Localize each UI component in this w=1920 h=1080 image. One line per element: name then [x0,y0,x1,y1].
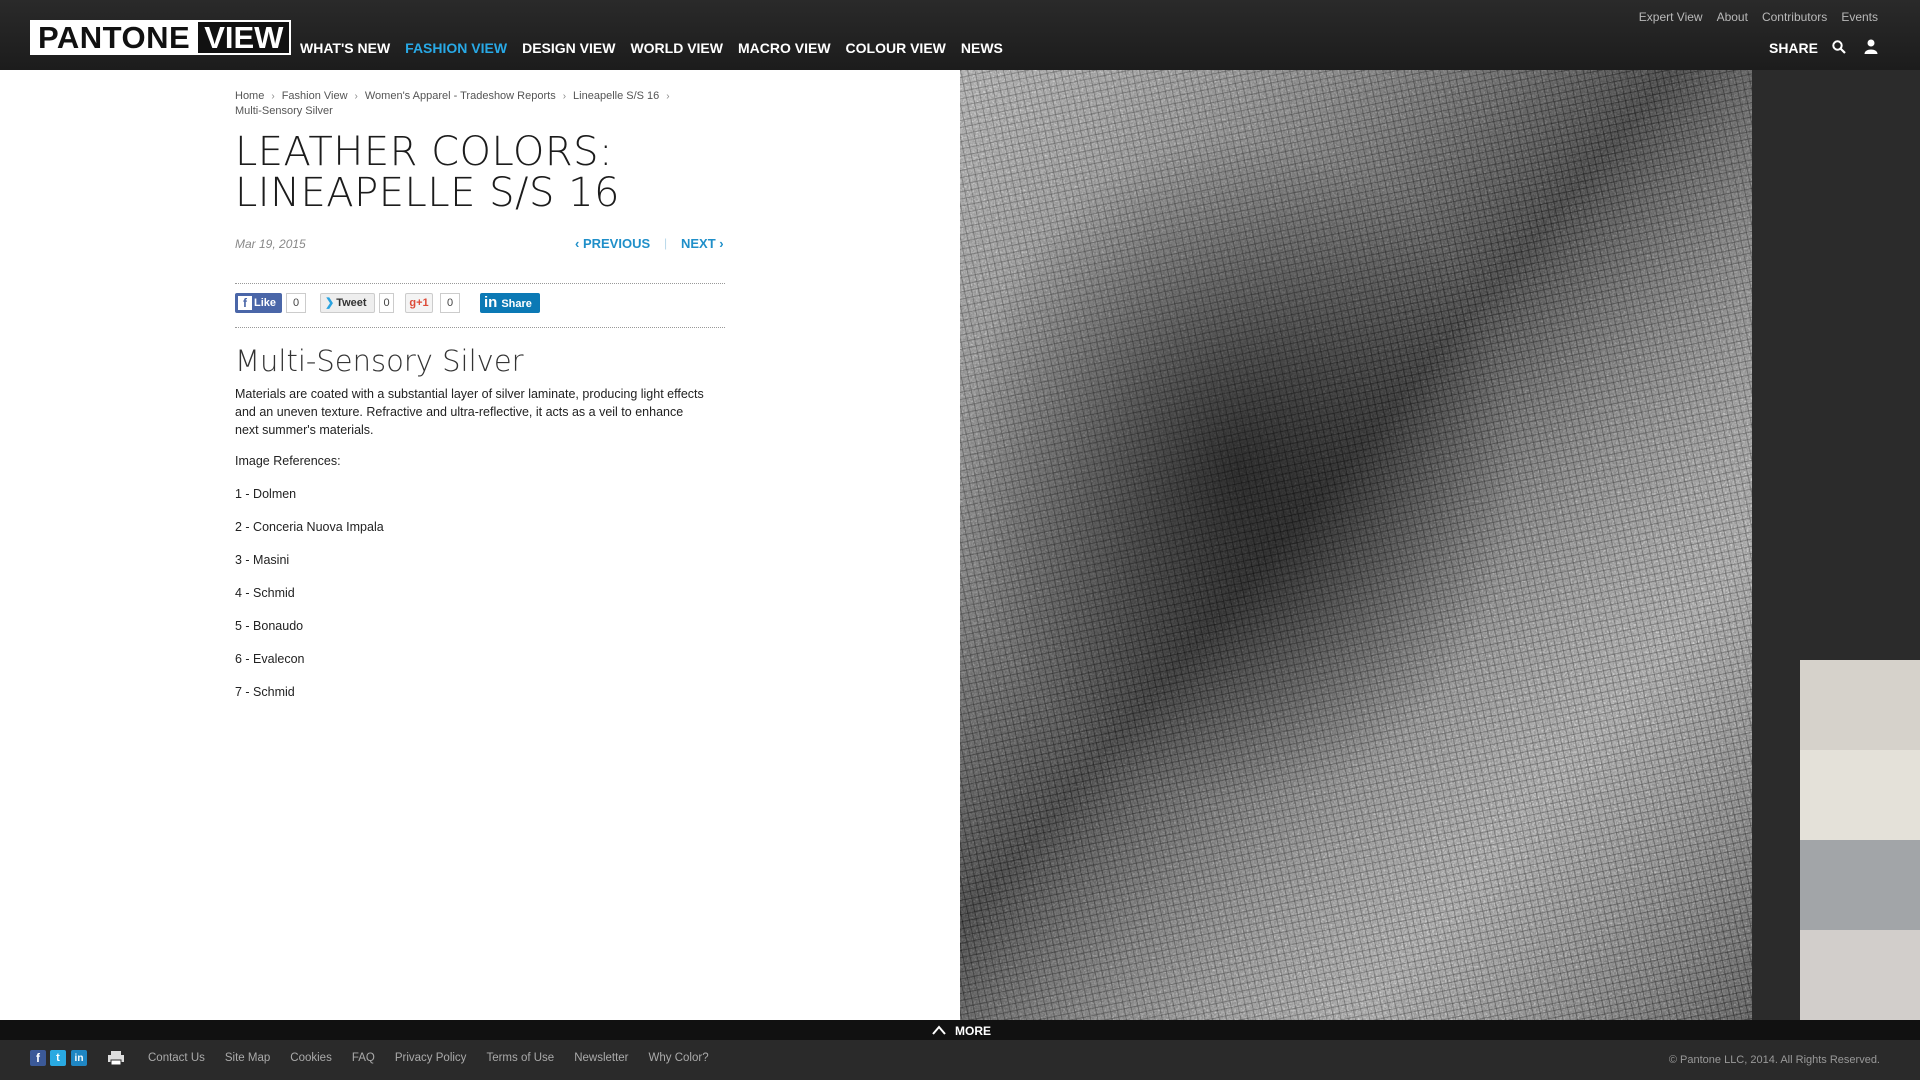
footer-link-why-color[interactable]: Why Color? [649,1052,709,1064]
share-button[interactable]: SHARE [1769,40,1818,56]
chevron-up-icon[interactable] [931,1024,947,1036]
like-label: Like [254,297,277,309]
section-body: Materials are coated with a substantial … [235,387,704,437]
list-item: 3 - Masini [235,553,290,567]
logo-text-pantone: PANTONE [32,22,199,53]
color-swatch[interactable] [1800,930,1920,1020]
color-swatch[interactable] [1800,840,1920,930]
nav-whats-new[interactable]: WHAT'S NEW [300,40,390,56]
post-date: Mar 19, 2015 [235,237,306,251]
logo-text-view: VIEW [198,22,290,53]
previous-label: PREVIOUS [582,236,651,251]
more-button[interactable]: MORE [955,1024,991,1038]
footer-link-contact-us[interactable]: Contact Us [148,1052,205,1064]
silver-fabric-image [960,70,1752,1020]
google-plus-button[interactable]: g+1 [405,293,433,313]
breadcrumb-fashion-view[interactable]: Fashion View [282,90,348,102]
breadcrumb-separator: › [666,91,670,102]
nav-design-view[interactable]: DESIGN VIEW [522,40,615,56]
facebook-icon[interactable]: f [30,1050,46,1066]
nav-colour-view[interactable]: COLOUR VIEW [846,40,946,56]
list-item: 6 - Evalecon [235,652,305,666]
previous-button[interactable]: ‹ PREVIOUS [575,236,650,251]
chevron-right-icon: › [715,236,724,251]
top-links: Expert View About Contributors Events [1639,10,1878,24]
copyright-notice: © Pantone LLC, 2014. All Rights Reserved… [1668,1054,1880,1066]
facebook-icon: f [238,296,252,310]
breadcrumb-separator: › [562,91,567,102]
list-item: 4 - Schmid [235,586,295,600]
facebook-like-button[interactable]: f Like [235,293,282,313]
user-icon[interactable] [1864,39,1878,54]
nav-fashion-view[interactable]: FASHION VIEW [405,40,507,56]
breadcrumb-womens-apparel[interactable]: Women's Apparel - Tradeshow Reports [365,90,556,102]
breadcrumb-separator: › [271,91,275,102]
footer-link-privacy-policy[interactable]: Privacy Policy [395,1052,467,1064]
nav-world-view[interactable]: WORLD VIEW [630,40,723,56]
linkedin-share-button[interactable]: in Share [480,293,540,313]
list-item: 5 - Bonaudo [235,619,304,633]
breadcrumb-current: Multi-Sensory Silver [235,105,333,117]
tweet-button[interactable]: ❯ Tweet [320,293,375,313]
linkedin-icon[interactable]: in [71,1050,87,1066]
like-count: 0 [286,293,306,313]
list-item: 2 - Conceria Nuova Impala [235,520,384,534]
divider [235,327,725,328]
footer-link-newsletter[interactable]: Newsletter [574,1052,628,1064]
tweet-count: 0 [379,293,394,313]
twitter-icon[interactable]: t [50,1050,66,1066]
linkedin-share-label: Share [501,298,532,310]
print-icon[interactable] [107,1050,125,1066]
footer-link-site-map[interactable]: Site Map [225,1052,270,1064]
gplus-label: +1 [416,297,429,309]
section-heading: Multi-Sensory Silver [235,344,524,378]
footer-links: Contact Us Site Map Cookies FAQ Privacy … [148,1052,709,1064]
breadcrumb: Home › Fashion View › Women's Apparel - Trad… [235,89,755,119]
top-link-events[interactable]: Events [1841,10,1878,24]
chevron-left-icon: ‹ [575,236,583,251]
color-swatch[interactable] [1800,750,1920,840]
pantone-view-logo[interactable]: PANTONE VIEW [30,20,292,55]
page-title: LEATHER COLORS: LINEAPELLE S/S 16 [235,129,620,216]
image-references-label: Image References: [235,454,341,468]
next-label: NEXT [681,236,716,251]
divider [235,283,725,284]
color-swatch[interactable] [1800,660,1920,750]
nav-news[interactable]: NEWS [961,40,1003,56]
search-icon[interactable] [1832,40,1846,54]
next-button[interactable]: NEXT › [681,236,724,251]
image-reference-list: 1 - Dolmen 2 - Conceria Nuova Impala 3 -… [235,487,384,718]
pager-separator: | [664,236,668,250]
glitter-texture [960,70,1752,1020]
main-navigation: WHAT'S NEW FASHION VIEW DESIGN VIEW WORL… [300,40,1003,56]
top-link-contributors[interactable]: Contributors [1762,10,1827,24]
footer-link-faq[interactable]: FAQ [352,1052,375,1064]
footer-link-terms-of-use[interactable]: Terms of Use [486,1052,554,1064]
twitter-icon: ❯ [325,297,335,309]
tweet-label: Tweet [336,297,367,309]
top-link-expert-view[interactable]: Expert View [1639,10,1703,24]
nav-macro-view[interactable]: MACRO VIEW [738,40,831,56]
footer-link-cookies[interactable]: Cookies [290,1052,332,1064]
list-item: 7 - Schmid [235,685,295,699]
linkedin-icon: in [484,294,498,311]
top-link-about[interactable]: About [1717,10,1748,24]
breadcrumb-separator: › [354,91,358,102]
gplus-count: 0 [440,293,460,313]
list-item: 1 - Dolmen [235,487,297,501]
social-share-bar: f Like 0 ❯ Tweet 0 g+1 0 in Share [235,293,735,313]
breadcrumb-lineapelle[interactable]: Lineapelle S/S 16 [573,90,659,102]
breadcrumb-home[interactable]: Home [235,90,264,102]
